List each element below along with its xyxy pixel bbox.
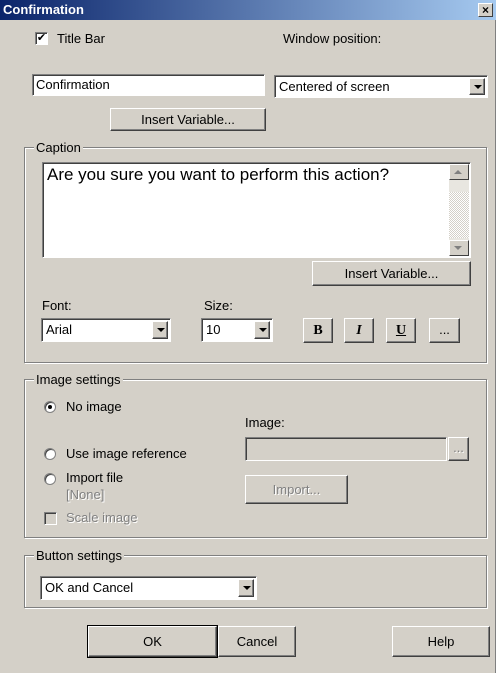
import-file-name: [None] — [66, 487, 105, 502]
window-position-label: Window position: — [283, 31, 382, 46]
chevron-down-icon[interactable] — [238, 579, 254, 597]
window-position-select[interactable]: Centered of screen — [274, 75, 488, 98]
size-select[interactable]: 10 — [201, 318, 273, 342]
image-path-field[interactable] — [245, 437, 447, 461]
title-input[interactable]: Confirmation — [32, 74, 265, 96]
caption-legend: Caption — [34, 140, 83, 155]
font-more-button[interactable]: ... — [429, 318, 460, 343]
chevron-down-icon[interactable] — [254, 321, 270, 339]
import-button[interactable]: Import... — [245, 475, 348, 504]
title-bar-checkbox[interactable]: ✔ — [35, 32, 48, 45]
scroll-down-icon[interactable] — [449, 240, 469, 256]
size-label: Size: — [204, 298, 233, 313]
caption-scrollbar[interactable] — [449, 164, 469, 256]
underline-button[interactable]: U — [386, 318, 416, 343]
italic-button[interactable]: I — [344, 318, 374, 343]
button-settings-select[interactable]: OK and Cancel — [40, 576, 257, 600]
scroll-up-icon[interactable] — [449, 164, 469, 180]
font-value: Arial — [46, 322, 73, 337]
size-value: 10 — [206, 322, 221, 337]
scroll-track[interactable] — [449, 192, 469, 238]
confirmation-dialog: Confirmation × ✔ Title Bar Window positi… — [0, 0, 496, 673]
window-position-value: Centered of screen — [279, 79, 390, 94]
button-settings-value: OK and Cancel — [45, 580, 134, 595]
button-settings-legend: Button settings — [34, 548, 124, 563]
caption-text: Are you sure you want to perform this ac… — [47, 165, 390, 184]
image-settings-legend: Image settings — [34, 372, 123, 387]
cancel-button[interactable]: Cancel — [218, 626, 296, 657]
caption-textarea[interactable]: Are you sure you want to perform this ac… — [42, 162, 471, 258]
image-browse-button[interactable]: ... — [448, 437, 469, 461]
help-button[interactable]: Help — [392, 626, 490, 657]
import-file-radio[interactable] — [44, 473, 56, 485]
use-image-reference-label: Use image reference — [66, 446, 187, 461]
close-icon[interactable]: × — [478, 3, 493, 17]
font-label: Font: — [42, 298, 72, 313]
chevron-down-icon[interactable] — [152, 321, 168, 339]
title-bar-label: Title Bar — [57, 31, 105, 46]
no-image-radio[interactable] — [44, 401, 56, 413]
scale-image-checkbox[interactable] — [44, 512, 57, 525]
no-image-label: No image — [66, 399, 122, 414]
caption-insert-variable-button[interactable]: Insert Variable... — [312, 261, 471, 286]
bold-button[interactable]: B — [303, 318, 333, 343]
title-insert-variable-button[interactable]: Insert Variable... — [110, 108, 266, 131]
radio-selected-dot — [48, 405, 52, 409]
scale-image-label: Scale image — [66, 510, 138, 525]
ok-button[interactable]: OK — [87, 625, 218, 658]
window-title: Confirmation — [3, 2, 84, 17]
import-file-label: Import file — [66, 470, 124, 485]
window-titlebar[interactable]: Confirmation × — [0, 0, 496, 20]
chevron-down-icon[interactable] — [469, 78, 485, 95]
image-label: Image: — [245, 415, 285, 430]
font-select[interactable]: Arial — [41, 318, 171, 342]
use-image-reference-radio[interactable] — [44, 448, 56, 460]
